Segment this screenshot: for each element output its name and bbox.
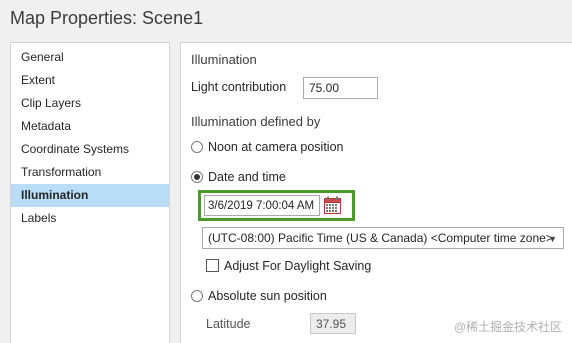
latitude-label: Latitude <box>206 317 251 331</box>
light-contribution-label: Light contribution <box>191 80 287 94</box>
date-time-radio-label[interactable]: Date and time <box>208 170 286 184</box>
absolute-sun-radio[interactable] <box>191 290 203 302</box>
sidebar-item-extent[interactable]: Extent <box>11 69 169 92</box>
date-time-radio[interactable] <box>191 171 203 183</box>
sidebar-item-illumination[interactable]: Illumination <box>11 184 169 207</box>
datetime-input[interactable]: 3/6/2019 7:00:04 AM <box>204 195 320 216</box>
sidebar-item-general[interactable]: General <box>11 46 169 69</box>
noon-radio-label[interactable]: Noon at camera position <box>208 140 344 154</box>
sidebar-item-coordinate-systems[interactable]: Coordinate Systems <box>11 138 169 161</box>
sidebar-item-labels[interactable]: Labels <box>11 207 169 230</box>
window-title: Map Properties: Scene1 <box>10 8 204 28</box>
defined-by-title: Illumination defined by <box>191 114 321 129</box>
latitude-input: 37.95 <box>310 313 356 334</box>
section-title-illumination: Illumination <box>191 52 257 67</box>
timezone-select[interactable]: (UTC-08:00) Pacific Time (US & Canada) <… <box>202 227 564 249</box>
chevron-down-icon: ▼ <box>548 234 557 244</box>
noon-radio[interactable] <box>191 141 203 153</box>
sidebar-item-transformation[interactable]: Transformation <box>11 161 169 184</box>
sidebar-item-clip-layers[interactable]: Clip Layers <box>11 92 169 115</box>
sidebar-nav: General Extent Clip Layers Metadata Coor… <box>10 42 170 343</box>
light-contribution-input[interactable]: 75.00 <box>303 77 378 99</box>
sidebar-item-metadata[interactable]: Metadata <box>11 115 169 138</box>
daylight-saving-label[interactable]: Adjust For Daylight Saving <box>224 259 371 273</box>
absolute-sun-radio-label[interactable]: Absolute sun position <box>208 289 327 303</box>
timezone-select-value: (UTC-08:00) Pacific Time (US & Canada) <… <box>208 231 553 245</box>
calendar-icon[interactable] <box>324 196 341 214</box>
daylight-saving-checkbox[interactable] <box>206 259 219 272</box>
watermark-text: @稀土掘金技术社区 <box>453 320 562 334</box>
